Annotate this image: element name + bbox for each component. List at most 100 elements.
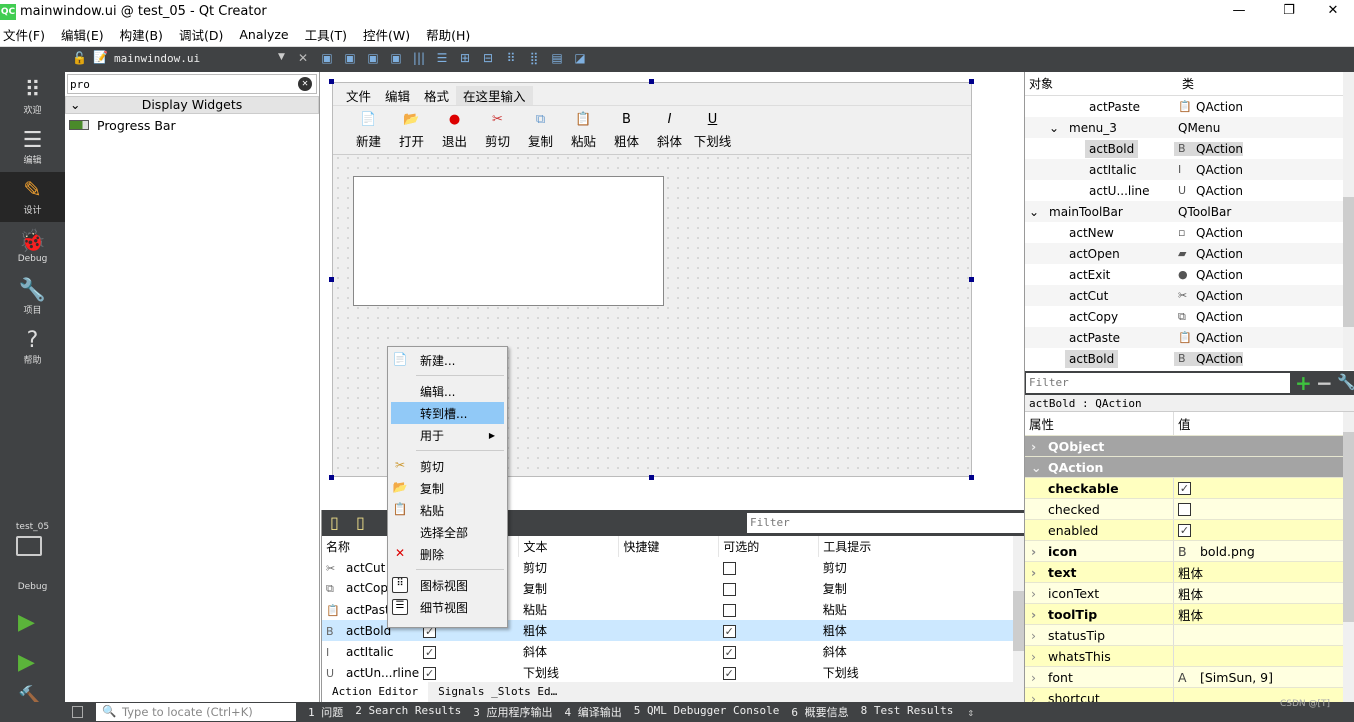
object-tree-row[interactable]: ⌄ mainToolBar QToolBar — [1025, 201, 1354, 222]
form-toolbar-button-1[interactable]: 📂 打开 — [390, 106, 433, 154]
column-3[interactable]: 快捷键 — [618, 536, 720, 557]
form-toolbar-button-7[interactable]: I 斜体 — [648, 106, 691, 154]
selection-handle[interactable] — [969, 475, 974, 480]
selection-handle[interactable] — [649, 79, 654, 84]
form-layout-action-icon[interactable]: ▣ — [318, 51, 336, 65]
property-row-iconText[interactable]: › iconText 粗体 — [1025, 583, 1344, 604]
property-value-cell[interactable] — [1174, 646, 1178, 666]
menu-2[interactable]: 构建(B) — [117, 25, 170, 44]
debug-run-icon[interactable]: ▶ — [18, 650, 35, 675]
object-tree-row[interactable]: actNew ▫ QAction — [1025, 222, 1354, 243]
action-table-scrollbar[interactable] — [1013, 536, 1024, 682]
property-row-statusTip[interactable]: › statusTip — [1025, 625, 1344, 646]
property-filter-input[interactable]: Filter — [1026, 373, 1290, 393]
menu-6[interactable]: 控件(W) — [360, 25, 417, 44]
property-row-font[interactable]: › font A [SimSun, 9] — [1025, 667, 1344, 688]
selection-handle[interactable] — [649, 475, 654, 480]
clear-filter-icon[interactable]: ✕ — [298, 77, 312, 91]
form-toolbar-button-3[interactable]: ✂ 剪切 — [476, 106, 519, 154]
menu-4[interactable]: Analyze — [236, 27, 295, 42]
form-toolbar-button-5[interactable]: 📋 粘贴 — [562, 106, 605, 154]
property-value-cell[interactable]: 粗体 — [1174, 604, 1203, 624]
used-checkbox[interactable]: ✓ — [423, 666, 437, 680]
mode-help[interactable]: ? 帮助 — [0, 322, 65, 372]
property-row-checkable[interactable]: checkable ✓ — [1025, 478, 1344, 499]
property-value-cell[interactable]: ✓ — [1174, 478, 1191, 498]
remove-property-icon[interactable]: − — [1316, 371, 1333, 395]
run-icon[interactable]: ▶ — [18, 610, 35, 635]
context-menu-item-7[interactable]: 选择全部 — [388, 521, 507, 543]
selection-handle[interactable] — [329, 79, 334, 84]
property-row-QObject[interactable]: › QObject — [1025, 436, 1344, 457]
checkable-checkbox[interactable] — [722, 561, 736, 575]
property-value-cell[interactable]: A [SimSun, 9] — [1174, 667, 1273, 687]
expand-chevron-icon[interactable]: ⌄ — [1031, 460, 1041, 475]
chevron-down-icon[interactable]: ▼ — [278, 52, 285, 62]
checkable-checkbox[interactable]: ✓ — [722, 666, 736, 680]
property-row-icon[interactable]: › icon Bbold.png — [1025, 541, 1344, 562]
output-pane-button-4[interactable]: 5 QML Debugger Console — [634, 704, 780, 720]
context-menu-item-2[interactable]: 转到槽... — [391, 402, 504, 424]
context-menu-item-4[interactable]: ✂ 剪切 — [388, 455, 507, 477]
context-menu-item-9[interactable]: ⠿ 图标视图 — [388, 574, 507, 596]
context-menu-item-1[interactable]: 编辑... — [388, 380, 507, 402]
new-action-icon[interactable]: ▯ — [330, 513, 339, 532]
menu-7[interactable]: 帮助(H) — [423, 25, 477, 44]
form-layout-action-icon[interactable]: ||| — [410, 51, 428, 65]
mode-edit[interactable]: ☰ 编辑 — [0, 122, 65, 172]
action-filter-input[interactable]: Filter — [747, 513, 1024, 533]
object-tree-row[interactable]: actBold B QAction — [1025, 138, 1354, 159]
checkable-checkbox[interactable]: ✓ — [722, 645, 736, 659]
property-row-QAction[interactable]: ⌄ QAction — [1025, 457, 1344, 478]
output-pane-button-0[interactable]: 1 问题 — [308, 704, 343, 720]
context-menu-item-8[interactable]: ✕ 删除 — [388, 543, 507, 565]
tab-action-editor[interactable]: Action Editor — [322, 682, 429, 702]
form-menu-2[interactable]: 格式 — [417, 86, 456, 105]
property-value-cell[interactable]: Bbold.png — [1174, 541, 1255, 561]
form-menu-1[interactable]: 编辑 — [378, 86, 417, 105]
context-menu-item-10[interactable]: ☰ 细节视图 — [388, 596, 507, 618]
output-pane-button-2[interactable]: 3 应用程序输出 — [473, 704, 552, 720]
selection-handle[interactable] — [969, 79, 974, 84]
context-menu-item-3[interactable]: 用于 ▶ — [388, 424, 507, 446]
used-checkbox[interactable]: ✓ — [423, 645, 437, 659]
menu-0[interactable]: 文件(F) — [0, 25, 52, 44]
checkable-checkbox[interactable] — [722, 603, 736, 617]
widget-filter-input[interactable]: pro ✕ — [67, 74, 317, 94]
form-toolbar-button-6[interactable]: B 粗体 — [605, 106, 648, 154]
expand-chevron-icon[interactable]: › — [1031, 544, 1036, 559]
property-checkbox[interactable]: ✓ — [1178, 481, 1191, 495]
form-toolbar-button-8[interactable]: U 下划线 — [691, 106, 734, 154]
property-value-cell[interactable]: ✓ — [1174, 520, 1191, 540]
object-tree-row[interactable]: actExit ● QAction — [1025, 264, 1354, 285]
expand-chevron-icon[interactable]: › — [1031, 649, 1036, 664]
widget-item-progress-bar[interactable]: Progress Bar — [65, 114, 319, 136]
close-document-button[interactable]: ✕ — [298, 51, 308, 65]
action-row[interactable]: UactUn...rline ✓ 下划线 ✓ 下划线 — [322, 662, 1014, 683]
action-row[interactable]: IactItalic ✓ 斜体 ✓ 斜体 — [322, 641, 1014, 662]
column-4[interactable]: 可选的 — [718, 536, 820, 557]
expand-chevron-icon[interactable]: › — [1031, 670, 1036, 685]
selection-handle[interactable] — [329, 277, 334, 282]
mode-wrench[interactable]: 🔧 项目 — [0, 272, 65, 322]
form-menu-0[interactable]: 文件 — [339, 86, 378, 105]
expand-chevron-icon[interactable]: › — [1031, 439, 1036, 454]
mode-bug[interactable]: 🐞 Debug — [0, 222, 65, 272]
output-pane-button-1[interactable]: 2 Search Results — [355, 704, 461, 720]
property-row-whatsThis[interactable]: › whatsThis — [1025, 646, 1344, 667]
output-pane-button-5[interactable]: 6 概要信息 — [791, 704, 848, 720]
expand-chevron-icon[interactable]: ⌄ — [1029, 205, 1045, 219]
property-editor-scrollbar[interactable] — [1343, 412, 1354, 702]
form-layout-action-icon[interactable]: ▣ — [364, 51, 382, 65]
close-button[interactable]: ✕ — [1310, 0, 1354, 23]
object-tree-row[interactable]: actBold B QAction — [1025, 348, 1354, 369]
property-value-cell[interactable]: 粗体 — [1174, 562, 1203, 582]
form-layout-action-icon[interactable]: ⊟ — [479, 51, 497, 65]
property-row-enabled[interactable]: enabled ✓ — [1025, 520, 1344, 541]
context-menu-item-5[interactable]: 📂 复制 — [388, 477, 507, 499]
expand-chevron-icon[interactable]: › — [1031, 628, 1036, 643]
form-layout-action-icon[interactable]: ▤ — [548, 51, 566, 65]
wrench-icon[interactable]: 🔧 — [1337, 373, 1354, 391]
object-tree-row[interactable]: actCut ✂ QAction — [1025, 285, 1354, 306]
form-layout-action-icon[interactable]: ▣ — [387, 51, 405, 65]
